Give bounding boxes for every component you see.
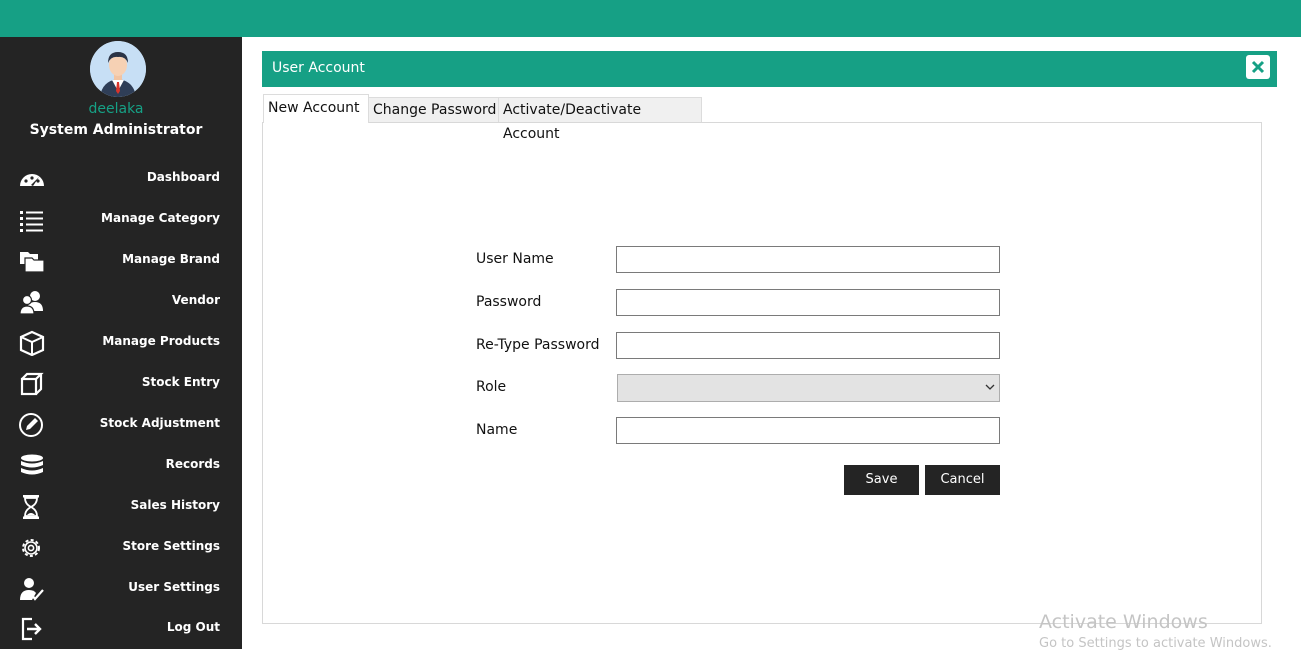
- sidebar-item-manage-brand[interactable]: Manage Brand: [0, 240, 242, 281]
- tab-activate-deactivate-account[interactable]: Activate/Deactivate Account: [498, 97, 702, 142]
- role-label: Role: [476, 379, 507, 395]
- save-button[interactable]: Save: [844, 465, 919, 495]
- sidebar-item-sales-history[interactable]: Sales History: [0, 486, 242, 527]
- sidebar-item-label: Manage Category: [101, 211, 220, 225]
- sidebar-item-store-settings[interactable]: Store Settings: [0, 527, 242, 568]
- profile-role: System Administrator: [29, 122, 203, 138]
- activate-windows-title: Activate Windows: [1039, 611, 1208, 633]
- sidebar-item-label: Vendor: [171, 293, 220, 307]
- retype-password-label: Re-Type Password: [476, 337, 600, 353]
- panel-title: User Account: [272, 60, 365, 76]
- logout-icon: [18, 616, 46, 642]
- tab-content: [262, 122, 1262, 624]
- tab-new-account[interactable]: New Account: [263, 94, 369, 123]
- avatar: [90, 41, 146, 97]
- sidebar-item-label: Stock Adjustment: [99, 416, 220, 430]
- sidebar-item-label: Manage Brand: [122, 252, 220, 266]
- user-check-icon: [18, 576, 46, 602]
- password-field[interactable]: [616, 289, 1000, 316]
- panel-header: User Account: [262, 51, 1277, 87]
- gear-icon: [18, 535, 46, 561]
- close-button[interactable]: [1246, 55, 1270, 79]
- sidebar-item-label: Log Out: [166, 620, 220, 634]
- hourglass-icon: [18, 494, 46, 520]
- sidebar-item-label: Stock Entry: [141, 375, 220, 389]
- sidebar-item-records[interactable]: Records: [0, 445, 242, 486]
- sidebar-item-label: Manage Products: [102, 334, 220, 348]
- sidebar-item-label: Sales History: [130, 498, 220, 512]
- edit-circle-icon: [18, 412, 46, 438]
- cancel-button[interactable]: Cancel: [925, 465, 1000, 495]
- box-icon: [18, 330, 46, 357]
- dashboard-icon: [18, 166, 46, 192]
- sidebar-item-manage-products[interactable]: Manage Products: [0, 322, 242, 363]
- sidebar-item-manage-category[interactable]: Manage Category: [0, 199, 242, 240]
- sidebar-item-label: User Settings: [128, 580, 220, 594]
- sidebar-item-log-out[interactable]: Log Out: [0, 608, 242, 649]
- retype-password-field[interactable]: [616, 332, 1000, 359]
- name-label: Name: [476, 422, 518, 438]
- sidebar-item-label: Records: [165, 457, 220, 471]
- folders-icon: [18, 248, 46, 274]
- sidebar-item-dashboard[interactable]: Dashboard: [0, 158, 242, 199]
- close-icon: [1251, 60, 1265, 74]
- sidebar: deelaka System Administrator Dashboard M…: [0, 37, 242, 649]
- tab-label: Change Password: [373, 102, 497, 118]
- sidebar-item-user-settings[interactable]: User Settings: [0, 568, 242, 609]
- users-icon: [18, 289, 46, 315]
- username-label: User Name: [476, 251, 554, 267]
- password-label: Password: [476, 294, 542, 310]
- tab-change-password[interactable]: Change Password: [368, 97, 499, 122]
- sidebar-item-label: Store Settings: [122, 539, 221, 553]
- role-select[interactable]: [617, 374, 1000, 402]
- sidebar-item-stock-entry[interactable]: Stock Entry: [0, 363, 242, 404]
- stock-entry-icon: [18, 371, 46, 397]
- tab-label: New Account: [268, 100, 360, 116]
- list-icon: [18, 207, 46, 233]
- sidebar-item-vendor[interactable]: Vendor: [0, 281, 242, 322]
- username-field[interactable]: [616, 246, 1000, 273]
- sidebar-item-label: Dashboard: [146, 170, 220, 184]
- name-field[interactable]: [616, 417, 1000, 444]
- profile-username: deelaka: [88, 101, 144, 117]
- top-bar: [0, 0, 1301, 37]
- chevron-down-icon: [985, 384, 995, 390]
- sidebar-item-stock-adjustment[interactable]: Stock Adjustment: [0, 404, 242, 445]
- database-icon: [18, 453, 46, 479]
